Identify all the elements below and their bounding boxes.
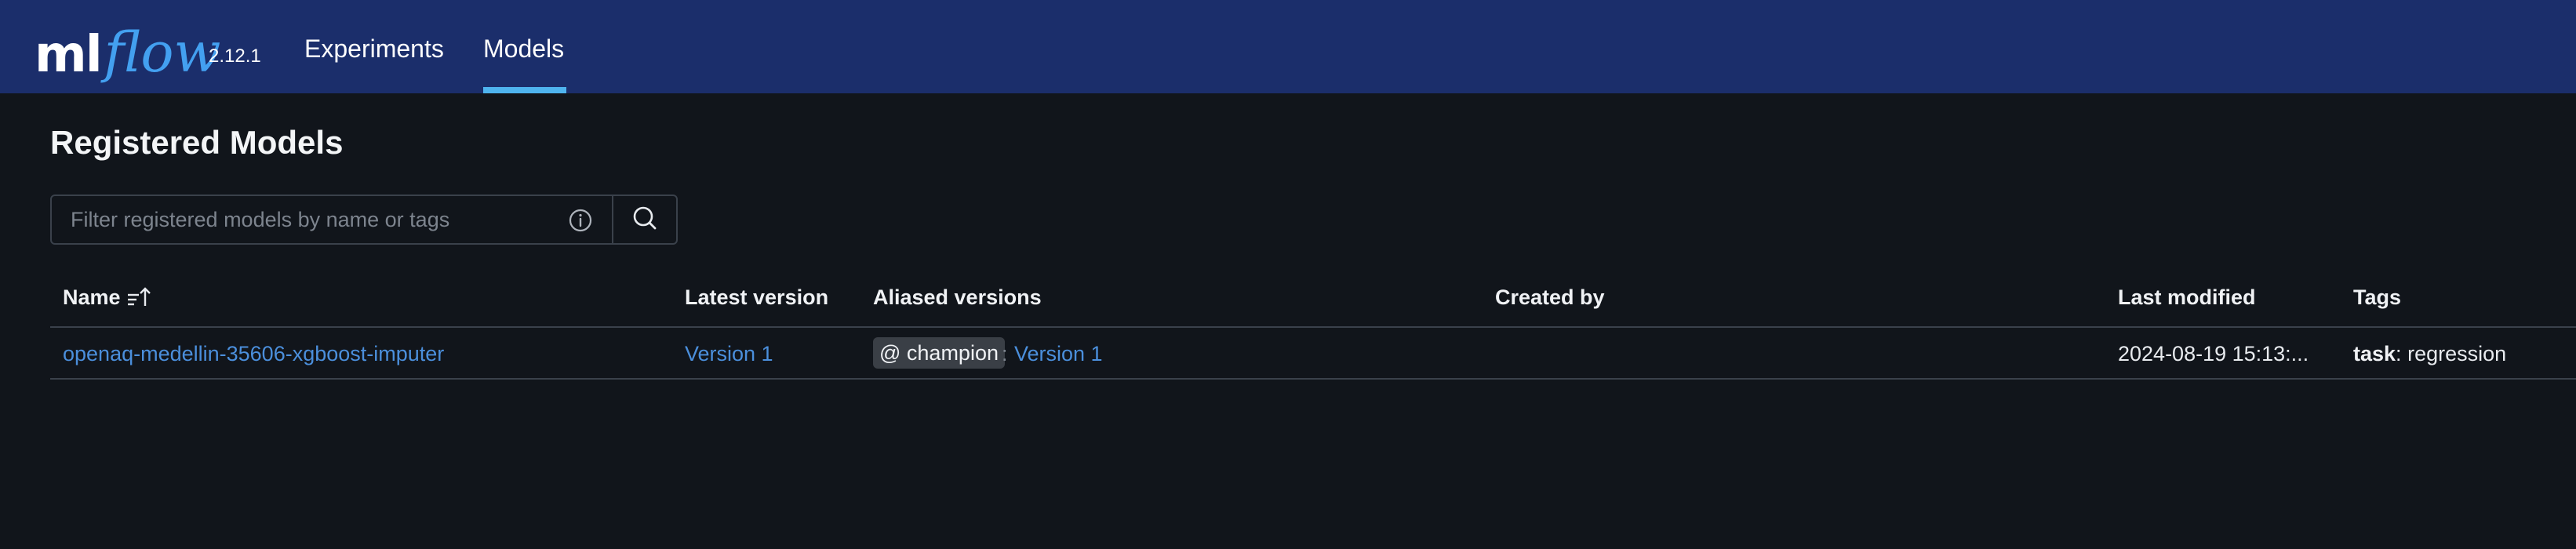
model-filter-search <box>50 195 678 245</box>
column-header-tags: Tags <box>2353 285 2402 309</box>
tag-value: regression <box>2407 342 2507 365</box>
tag-entry: task: regression <box>2353 342 2506 366</box>
table-row: openaq-medellin-35606-xgboost-imputer Ve… <box>50 328 2576 380</box>
table-header: Name Latest version Aliased versions Cre… <box>50 285 2576 328</box>
tag-key: task <box>2353 342 2396 365</box>
nav-experiments-link[interactable]: Experiments <box>304 35 444 64</box>
column-header-aliased-versions: Aliased versions <box>873 285 1042 309</box>
tag-separator: : <box>2396 342 2402 365</box>
aliased-version-link[interactable]: Version 1 <box>1014 342 1103 366</box>
latest-version-link[interactable]: Version 1 <box>685 342 773 366</box>
search-icon <box>631 205 658 235</box>
column-header-created-by: Created by <box>1495 285 1605 309</box>
search-button[interactable] <box>612 196 676 243</box>
top-navigation-bar: ml flow 2.12.1 Experiments Models <box>0 0 2576 93</box>
search-input[interactable] <box>52 196 612 243</box>
info-icon[interactable] <box>568 208 593 233</box>
sort-ascending-icon[interactable] <box>126 285 151 314</box>
column-header-name[interactable]: Name <box>63 285 121 310</box>
alias-separator: : <box>1002 342 1008 365</box>
mlflow-logo[interactable]: ml flow <box>35 9 220 80</box>
last-modified-value: 2024-08-19 15:13:... <box>2118 342 2309 365</box>
model-name-link[interactable]: openaq-medellin-35606-xgboost-imputer <box>63 342 444 366</box>
alias-badge: @ champion <box>873 337 1005 369</box>
logo-text-ml: ml <box>35 26 103 84</box>
logo-text-flow: flow <box>104 20 221 85</box>
column-header-latest-version: Latest version <box>685 285 829 309</box>
column-header-last-modified: Last modified <box>2118 285 2256 309</box>
active-tab-indicator <box>483 87 566 93</box>
app-version: 2.12.1 <box>209 45 261 67</box>
nav-models-link[interactable]: Models <box>483 35 564 64</box>
page-title: Registered Models <box>50 124 344 161</box>
column-header-name-label: Name <box>63 285 121 309</box>
